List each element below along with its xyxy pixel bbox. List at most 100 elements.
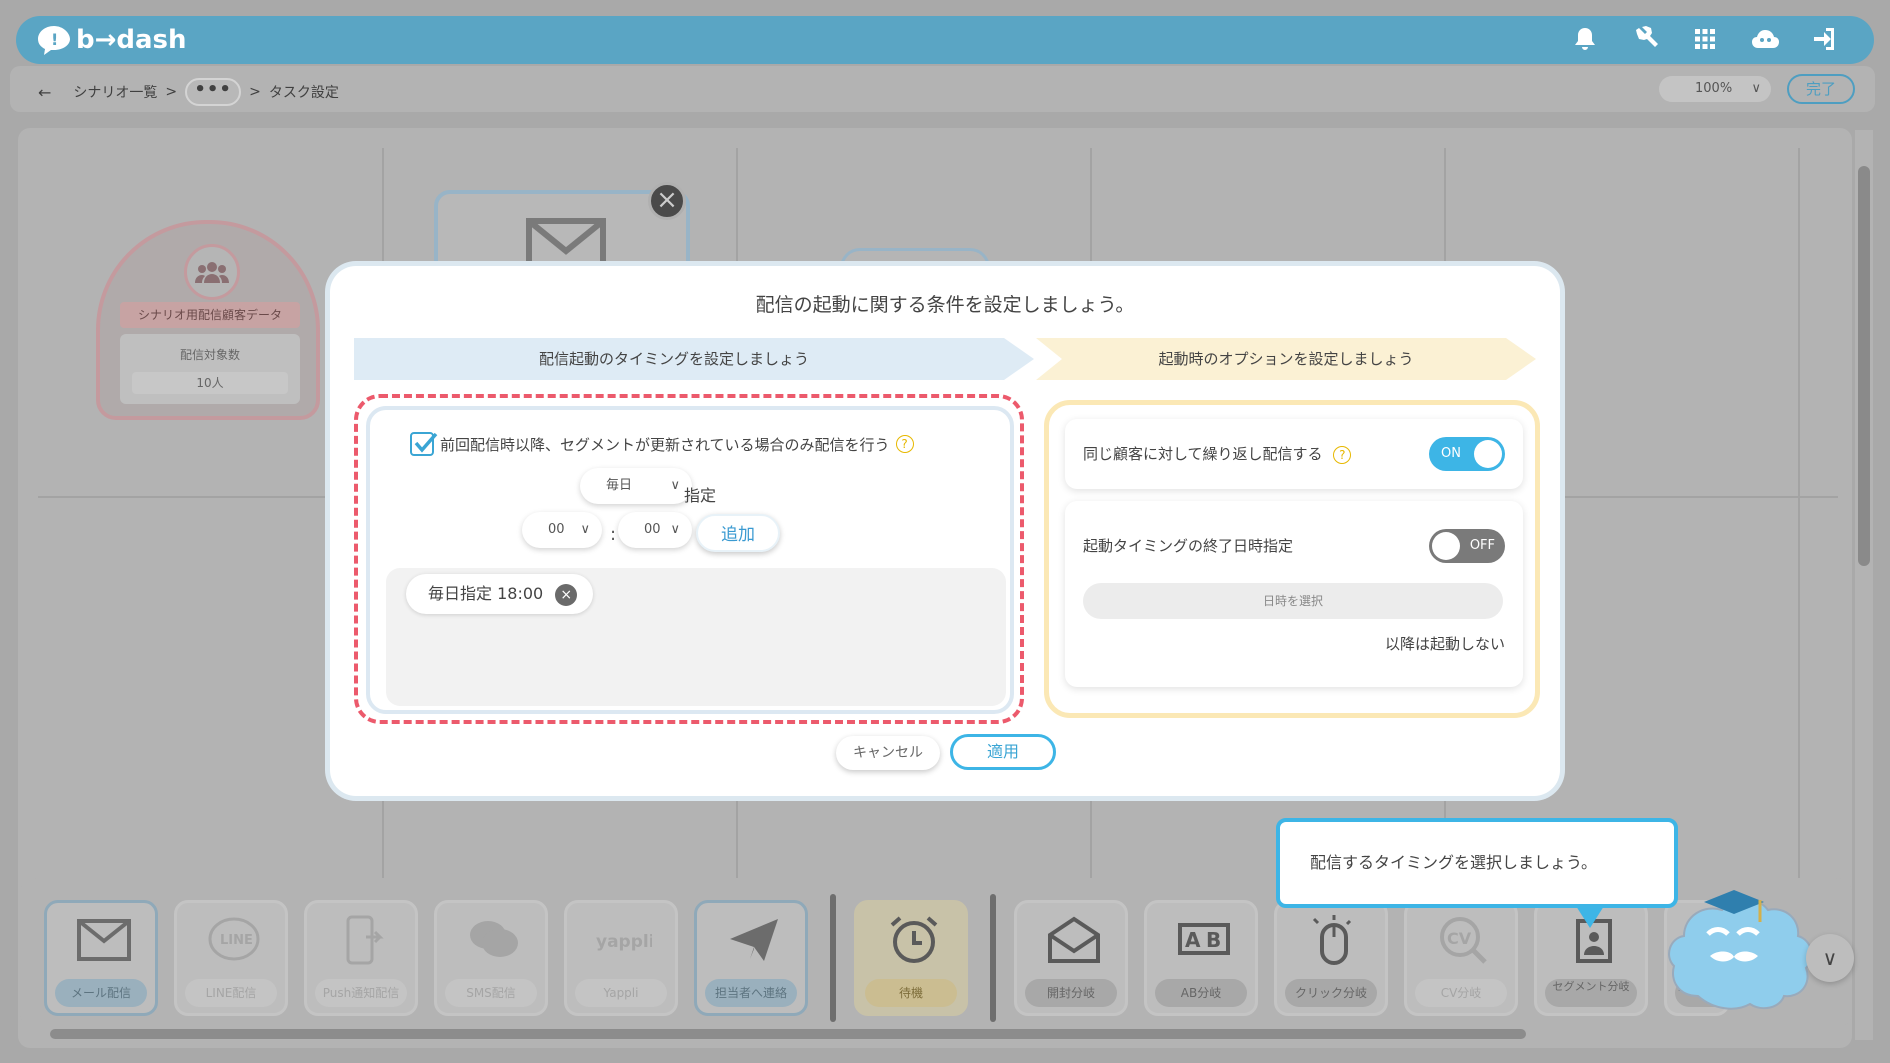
grid-line [1798, 148, 1800, 888]
header-icons [1570, 24, 1840, 54]
toggle-knob [1474, 440, 1502, 468]
trigger-settings-modal: 配信の起動に関する条件を設定しましょう。 配信起動のタイミングを設定しましょう … [330, 266, 1560, 796]
palette-label: クリック分岐 [1285, 979, 1377, 1007]
palette-label: CV分岐 [1415, 979, 1507, 1007]
end-date-label: 起動タイミングの終了日時指定 [1083, 537, 1294, 555]
palette-line[interactable]: LINE LINE配信 [174, 900, 288, 1016]
target-count-value: 10人 [132, 372, 288, 394]
minute-select[interactable]: 00 ∨ [618, 512, 692, 548]
options-panel: 同じ顧客に対して繰り返し配信する ? ON 起動タイミングの終了日時指定 OFF… [1044, 400, 1540, 718]
start-node[interactable]: シナリオ用配信顧客データ 配信対象数 10人 [96, 220, 320, 420]
step-timing: 配信起動のタイミングを設定しましょう [354, 338, 1034, 380]
palette-label: 待機 [865, 979, 957, 1007]
start-node-label: シナリオ用配信顧客データ [120, 302, 300, 328]
bell-icon[interactable] [1570, 24, 1600, 54]
minute-value: 00 [644, 522, 661, 537]
end-date-card: 起動タイミングの終了日時指定 OFF 日時を選択 以降は起動しない [1065, 501, 1523, 687]
segment-update-checkbox[interactable] [410, 432, 438, 456]
palette-label: 担当者へ連絡 [705, 979, 797, 1007]
add-timing-button[interactable]: 追加 [696, 514, 780, 552]
hour-value: 00 [548, 522, 565, 537]
palette-contact[interactable]: 担当者へ連絡 [694, 900, 808, 1016]
palette-yappli[interactable]: yappli Yappli [564, 900, 678, 1016]
grid-icon[interactable] [1690, 24, 1720, 54]
help-icon[interactable]: ? [895, 435, 914, 453]
people-icon [184, 244, 240, 300]
palette-mail[interactable]: メール配信 [44, 900, 158, 1016]
frequency-value: 毎日 [606, 478, 633, 493]
horizontal-scrollbar[interactable] [34, 1028, 1776, 1040]
palette-ab-branch[interactable]: AB AB分岐 [1144, 900, 1258, 1016]
timing-panel-inner: 前回配信時以降、セグメントが更新されている場合のみ配信を行う ? 毎日 ∨ 指定… [366, 406, 1014, 714]
repeat-delivery-toggle[interactable]: ON [1429, 437, 1505, 471]
ab-icon: AB [1178, 923, 1230, 955]
chevron-down-icon: ∨ [670, 522, 680, 537]
palette-label: 開封分岐 [1025, 979, 1117, 1007]
time-colon: : [610, 524, 617, 545]
breadcrumb-scenario-list[interactable]: シナリオ一覧 [73, 82, 157, 102]
close-icon[interactable]: × [648, 182, 686, 220]
palette-wait[interactable]: 待機 [854, 900, 968, 1016]
timing-panel: 前回配信時以降、セグメントが更新されている場合のみ配信を行う ? 毎日 ∨ 指定… [354, 394, 1024, 724]
toggle-state: OFF [1469, 538, 1495, 553]
breadcrumb-more-button[interactable]: ••• [185, 78, 242, 106]
scrollbar-thumb[interactable] [1858, 166, 1870, 566]
chevron-down-icon: ∨ [1751, 81, 1761, 96]
palette-click-branch[interactable]: クリック分岐 [1274, 900, 1388, 1016]
wrench-icon[interactable] [1630, 24, 1660, 54]
palette-label: メール配信 [55, 979, 147, 1007]
logout-icon[interactable] [1810, 24, 1840, 54]
frequency-select[interactable]: 毎日 ∨ [580, 468, 692, 504]
zoom-value: 100% [1695, 81, 1733, 96]
palette-cv-branch[interactable]: CV CV分岐 [1404, 900, 1518, 1016]
palette-label: Yappli [575, 979, 667, 1007]
palette-label: AB分岐 [1155, 979, 1247, 1007]
app-root: ! b→dash ← シナリオ一覧 > ••• > タスク設定 100% ∨ 完… [0, 0, 1890, 1063]
line-icon: LINE [208, 917, 260, 961]
mail-icon [77, 919, 131, 961]
svg-text:A: A [1185, 928, 1201, 952]
svg-text:CV: CV [1447, 929, 1472, 948]
palette-push[interactable]: Push通知配信 [304, 900, 418, 1016]
mascot-icon[interactable] [1668, 876, 1818, 1014]
scrollbar-thumb[interactable] [50, 1029, 1526, 1039]
cloud-mascot-icon[interactable] [1750, 24, 1780, 54]
end-date-toggle[interactable]: OFF [1429, 529, 1505, 563]
top-bar: ! b→dash [16, 16, 1874, 64]
chevron-down-icon: ∨ [670, 478, 680, 493]
frequency-suffix: 指定 [684, 486, 717, 505]
segment-update-label: 前回配信時以降、セグメントが更新されている場合のみ配信を行う [440, 435, 890, 454]
palette-separator [830, 894, 836, 1022]
palette-label: SMS配信 [445, 979, 537, 1007]
breadcrumb-task-settings: タスク設定 [268, 85, 339, 101]
palette-label: セグメント分岐 [1545, 979, 1637, 1007]
vertical-scrollbar[interactable] [1855, 130, 1873, 1040]
remove-tag-icon[interactable]: × [555, 584, 578, 606]
yappli-icon: yappli [596, 932, 652, 952]
paper-plane-icon [730, 919, 778, 961]
breadcrumb: ← シナリオ一覧 > ••• > タスク設定 [38, 78, 339, 106]
apply-button[interactable]: 適用 [950, 734, 1056, 770]
logo[interactable]: ! b→dash [36, 23, 187, 57]
step-options: 起動時のオプションを設定しましょう [1036, 338, 1536, 380]
palette-sms[interactable]: SMS配信 [434, 900, 548, 1016]
end-date-picker[interactable]: 日時を選択 [1083, 583, 1503, 619]
alarm-clock-icon [890, 916, 938, 963]
palette-open-branch[interactable]: 開封分岐 [1014, 900, 1128, 1016]
open-mail-icon [1048, 916, 1100, 963]
checkmark-icon [414, 432, 438, 453]
toggle-state: ON [1441, 446, 1461, 461]
breadcrumb-separator: > [165, 84, 178, 100]
logo-text: b→dash [76, 25, 187, 55]
palette-label: LINE配信 [185, 979, 277, 1007]
help-icon[interactable]: ? [1333, 446, 1352, 464]
repeat-delivery-card: 同じ顧客に対して繰り返し配信する ? ON [1065, 419, 1523, 489]
scroll-down-button[interactable]: ∨ [1806, 934, 1854, 982]
cancel-button[interactable]: キャンセル [836, 736, 940, 770]
zoom-select[interactable]: 100% ∨ [1659, 76, 1771, 102]
mouse-icon [1312, 915, 1352, 965]
back-arrow-icon[interactable]: ← [38, 83, 51, 102]
yappli-logo: yappli [596, 932, 652, 952]
done-button[interactable]: 完了 [1787, 74, 1855, 104]
hour-select[interactable]: 00 ∨ [522, 512, 602, 548]
